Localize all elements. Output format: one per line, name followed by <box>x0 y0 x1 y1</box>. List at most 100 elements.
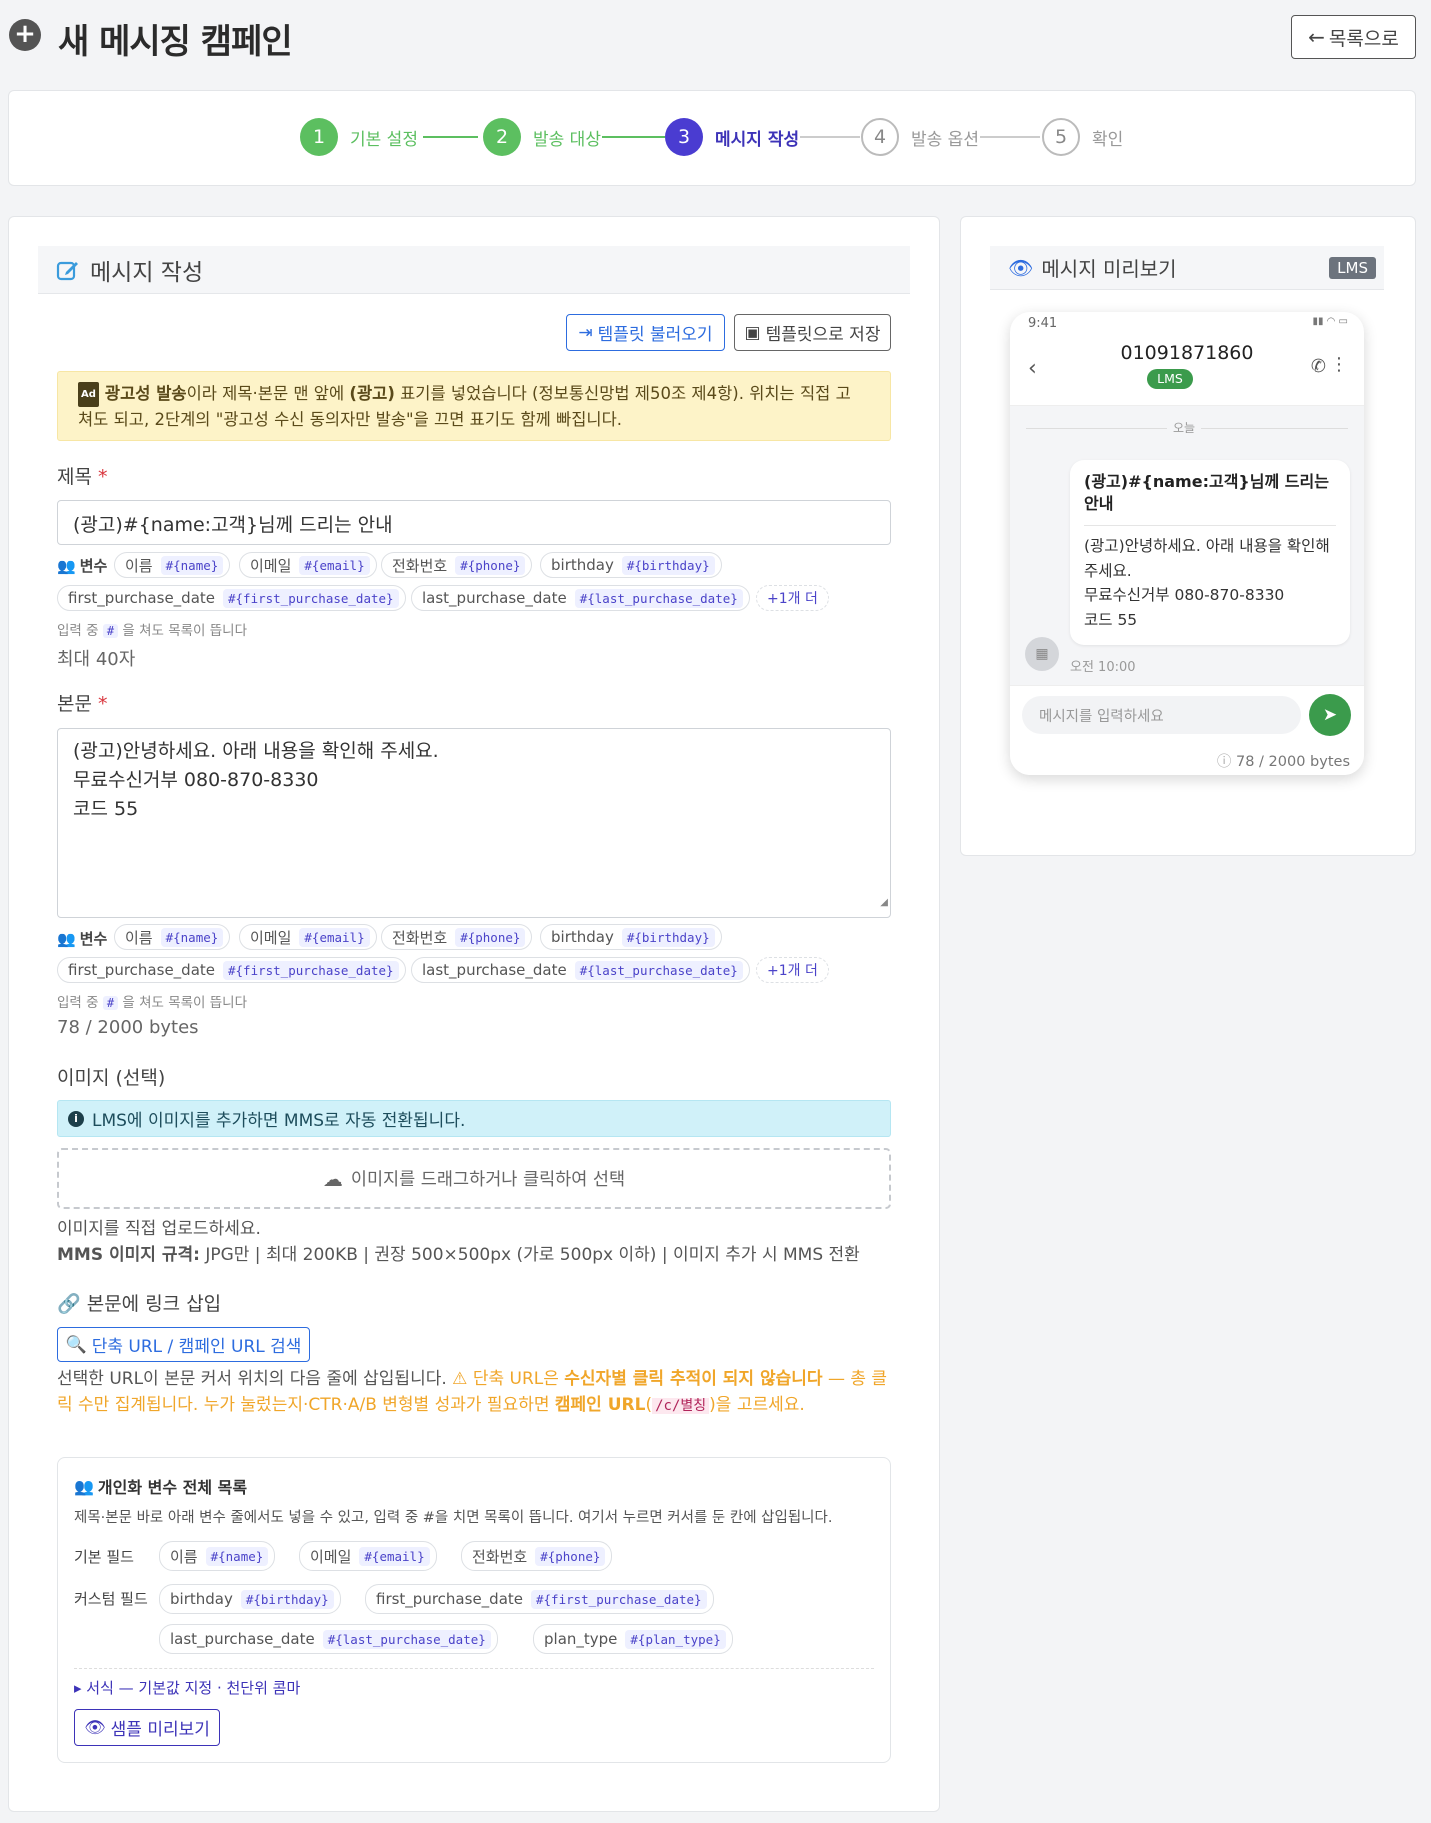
body-bytes: 78 / 2000 bytes <box>57 1017 199 1038</box>
step-1[interactable]: 1 기본 설정 <box>300 118 418 156</box>
var-chip[interactable]: last_purchase_date #{last_purchase_date} <box>411 585 750 611</box>
var-chip[interactable]: 이메일 #{email} <box>299 1541 437 1571</box>
sender-avatar: ▦ <box>1025 637 1059 671</box>
step-label: 기본 설정 <box>350 129 418 150</box>
button-label: 샘플 미리보기 <box>110 1720 210 1740</box>
bubble-time: 오전 10:00 <box>1070 660 1136 675</box>
sample-preview-button[interactable]: 👁 샘플 미리보기 <box>74 1709 220 1746</box>
composer: 메시지를 입력하세요 ➤ ⓘ 78 / 2000 bytes <box>1010 685 1364 775</box>
var-chip[interactable]: 전화번호 #{phone} <box>381 924 533 950</box>
step-connector <box>980 136 1040 138</box>
image-help: 이미지를 직접 업로드하세요. <box>57 1219 261 1239</box>
hash-hint: 입력 중 # 을 쳐도 목록이 뜹니다 <box>57 623 248 639</box>
step-number: 5 <box>1042 118 1080 156</box>
ad-notice-text: 쳐도 되고, 2단계의 "광고성 수신 동의자만 발송"을 끄면 표기도 함께 … <box>78 410 623 429</box>
step-3[interactable]: 3 메시지 작성 <box>665 118 799 156</box>
ad-notice-bold: (광고) <box>349 384 395 403</box>
vars-row-label: 👥 변수 <box>57 929 108 949</box>
save-icon: ▣ <box>744 322 761 343</box>
var-chip[interactable]: first_purchase_date #{first_purchase_date… <box>365 1584 714 1614</box>
basic-fields-label: 기본 필드 <box>74 1548 134 1566</box>
send-button[interactable]: ➤ <box>1309 694 1351 736</box>
search-icon: 🔍 <box>65 1334 87 1355</box>
format-toggle[interactable]: ▸ 서식 — 기본값 지정 · 천단위 콤마 <box>74 1675 300 1701</box>
more-vars-chip[interactable]: +1개 더 <box>756 585 829 611</box>
eye-icon: 👁 <box>1008 255 1034 280</box>
message-input[interactable]: 메시지를 입력하세요 <box>1022 696 1301 734</box>
info-icon: ⓘ <box>1216 754 1232 770</box>
load-template-button[interactable]: ⇥ 템플릿 불러오기 <box>566 314 725 351</box>
date-label: 오늘 <box>1167 419 1202 436</box>
chat-header: ‹ 01091871860 LMS ✆ ⋮ <box>1010 334 1364 406</box>
var-chip[interactable]: 이름 #{name} <box>114 552 231 578</box>
link-note: 선택한 URL이 본문 커서 위치의 다음 줄에 삽입됩니다. ⚠ 단축 URL… <box>57 1369 888 1415</box>
ad-notice-bold: 광고성 발송 <box>104 384 187 403</box>
step-number: 4 <box>861 118 899 156</box>
hash-hint: 입력 중 # 을 쳐도 목록이 뜹니다 <box>57 995 248 1011</box>
var-chip[interactable]: 이름 #{name} <box>159 1541 276 1571</box>
image-info-alert: i LMS에 이미지를 추가하면 MMS로 자동 전환됩니다. <box>57 1100 891 1137</box>
var-chip[interactable]: birthday #{birthday} <box>540 552 722 578</box>
subject-label: 제목 * <box>57 466 108 488</box>
var-chip[interactable]: last_purchase_date #{last_purchase_date} <box>159 1624 498 1654</box>
page-title: 새 메시징 캠페인 <box>58 22 293 62</box>
var-chip[interactable]: 이름 #{name} <box>114 924 231 950</box>
more-vars-chip[interactable]: +1개 더 <box>756 957 829 983</box>
image-dropzone[interactable]: ☁ 이미지를 드래그하거나 클릭하여 선택 <box>57 1148 891 1209</box>
var-chip[interactable]: plan_type #{plan_type} <box>533 1624 733 1654</box>
preview-header: 👁 메시지 미리보기 LMS <box>990 246 1384 290</box>
body-line: 코드 55 <box>73 798 139 820</box>
ad-icon: Ad <box>78 382 99 407</box>
step-2[interactable]: 2 발송 대상 <box>483 118 601 156</box>
users-icon: 👥 <box>57 556 76 575</box>
body-line: (광고)안녕하세요. 아래 내용을 확인해 주세요. <box>73 740 439 762</box>
var-chip[interactable]: birthday #{birthday} <box>159 1584 341 1614</box>
users-icon: 👥 <box>57 929 76 948</box>
add-icon: + <box>9 19 41 51</box>
vars-row-label: 👥 변수 <box>57 556 108 576</box>
preview-title: 메시지 미리보기 <box>1041 257 1177 281</box>
image-spec: MMS 이미지 규격: JPG만 | 최대 200KB | 권장 500×500… <box>57 1245 860 1265</box>
link-icon: 🔗 <box>57 1293 81 1315</box>
status-icons: ▮▮ ◠ ▭ <box>1312 316 1348 327</box>
var-chip[interactable]: 이메일 #{email} <box>239 924 377 950</box>
back-to-list-button[interactable]: ← 목록으로 <box>1291 15 1416 59</box>
step-4[interactable]: 4 발송 옵션 <box>861 118 979 156</box>
compose-section-header: 메시지 작성 <box>38 246 910 294</box>
body-textarea[interactable]: (광고)안녕하세요. 아래 내용을 확인해 주세요. 무료수신거부 080-87… <box>57 728 891 918</box>
subject-input[interactable]: (광고)#{name:고객}님께 드리는 안내 <box>57 500 891 545</box>
cloud-upload-icon: ☁ <box>322 1166 343 1191</box>
status-time: 9:41 <box>1028 316 1058 331</box>
var-chip[interactable]: 전화번호 #{phone} <box>381 552 533 578</box>
var-chip[interactable]: 전화번호 #{phone} <box>461 1541 613 1571</box>
step-number: 3 <box>665 118 703 156</box>
body-line: 무료수신거부 080-870-8330 <box>73 769 319 791</box>
bytes-count: ⓘ 78 / 2000 bytes <box>1216 754 1350 770</box>
var-chip[interactable]: birthday #{birthday} <box>540 924 722 950</box>
info-circle-icon: i <box>68 1110 84 1127</box>
link-insert-label: 🔗 본문에 링크 삽입 <box>57 1293 222 1315</box>
step-5[interactable]: 5 확인 <box>1042 118 1123 156</box>
more-vertical-icon[interactable]: ⋮ <box>1330 354 1348 375</box>
section-title: 메시지 작성 <box>90 259 204 286</box>
bubble-title: (광고)#{name:고객}님께 드리는 안내 <box>1084 471 1336 526</box>
step-number: 1 <box>300 118 338 156</box>
resize-handle-icon[interactable]: ◢ <box>880 888 888 917</box>
var-chip[interactable]: last_purchase_date #{last_purchase_date} <box>411 957 750 983</box>
save-template-button[interactable]: ▣ 템플릿으로 저장 <box>734 314 891 351</box>
url-search-button[interactable]: 🔍 단축 URL / 캠페인 URL 검색 <box>57 1327 310 1362</box>
var-chip[interactable]: first_purchase_date #{first_purchase_date… <box>57 957 406 983</box>
var-chip[interactable]: first_purchase_date #{first_purchase_date… <box>57 585 406 611</box>
bubble-line: 코드 55 <box>1084 610 1138 629</box>
type-badge: LMS <box>1329 256 1376 279</box>
lms-pill: LMS <box>1147 369 1193 389</box>
subject-limit: 최대 40자 <box>57 649 136 670</box>
divider <box>74 1668 874 1669</box>
phone-icon[interactable]: ✆ <box>1311 356 1326 377</box>
var-chip[interactable]: 이메일 #{email} <box>239 552 377 578</box>
chat-area: 오늘 (광고)#{name:고객}님께 드리는 안내 (광고)안녕하세요. 아래… <box>1010 406 1364 685</box>
warning-icon: ⚠ <box>446 1369 468 1389</box>
message-bubble: (광고)#{name:고객}님께 드리는 안내 (광고)안녕하세요. 아래 내용… <box>1070 460 1350 645</box>
eye-icon: 👁 <box>84 1717 106 1738</box>
step-connector <box>602 136 665 138</box>
